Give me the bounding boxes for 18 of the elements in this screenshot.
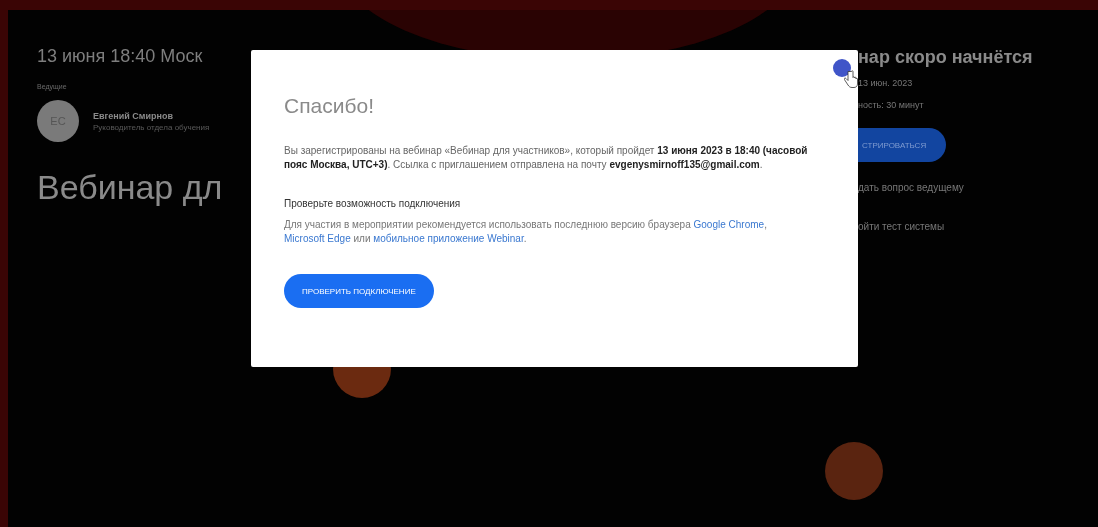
event-date: 13 июня 18:40 Моск [37,46,204,67]
host-role: Руководитель отдела обучения [93,122,210,132]
browser-link[interactable]: Microsoft Edge [284,233,351,244]
check-connection-button[interactable]: ПРОВЕРИТЬ ПОДКЛЮЧЕНИЕ [284,274,434,308]
register-button[interactable]: СТРИРОВАТЬСЯ [858,128,947,162]
sidebar-link[interactable]: ойти тест системы [858,221,945,232]
check-heading: Проверьте возможность подключения [284,198,462,209]
registration-message: Вы зарегистрированы на вебинар «Вебинар для участников», который пройдет 13 июня 2023 в 18:40 (часовой пояс Москва, UTC+3). Ссылка с приглашением отправлена на почту evgenysmirnoff135@gmail.com. [284,144,809,172]
duration-text: ность: 30 минут [858,100,924,110]
webinar-title: Вебинар дл [37,168,224,207]
host-name: Евгений Смирнов [93,110,174,121]
sidebar-link[interactable]: дать вопрос ведущему [858,182,964,193]
start-heading: нар скоро начнётся [858,47,1033,68]
close-button[interactable] [833,59,851,77]
browser-recommendation: Для участия в мероприятии рекомендуется использовать последнюю версию браузера Google Chrome, Microsoft Edge или мобильное приложение Webinar. [284,218,768,246]
modal-title: Спасибо! [284,94,375,118]
browser-link[interactable]: мобильное приложение Webinar [373,233,524,244]
event-date: 13 июн. 2023 [858,78,913,88]
